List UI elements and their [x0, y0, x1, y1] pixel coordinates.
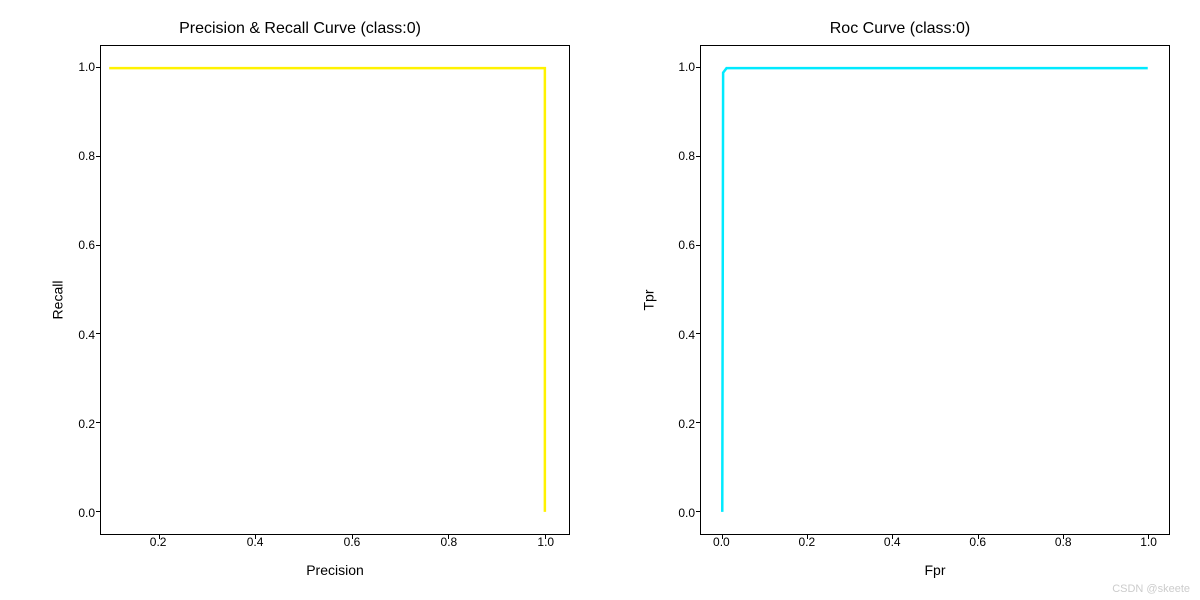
y-tick-mark — [696, 333, 701, 334]
x-tick-label: 0.8 — [1055, 535, 1072, 549]
x-tick-label: 0.2 — [150, 535, 167, 549]
y-tick-label: 1.0 — [660, 60, 695, 74]
x-tick-label: 0.8 — [441, 535, 458, 549]
y-tick-mark — [696, 511, 701, 512]
roc-curve-ylabel: Tpr — [641, 290, 657, 311]
x-tick-label: 0.4 — [884, 535, 901, 549]
y-tick-mark — [696, 422, 701, 423]
roc-curve-line — [722, 68, 1147, 512]
y-tick-label: 0.6 — [60, 238, 95, 252]
pr-curve-xlabel: Precision — [100, 562, 570, 578]
y-tick-label: 0.2 — [60, 417, 95, 431]
charts-container: Precision & Recall Curve (class:0) Recal… — [0, 0, 1200, 600]
y-tick-mark — [96, 67, 101, 68]
roc-curve-xticks: 0.0 0.2 0.4 0.6 0.8 1.0 — [700, 535, 1170, 555]
x-tick-label: 0.6 — [344, 535, 361, 549]
roc-curve-plot-area — [700, 45, 1170, 535]
pr-curve-line — [109, 68, 545, 512]
roc-curve-panel: Roc Curve (class:0) Tpr Fpr 0.0 0.2 0.4 0.6… — [600, 0, 1200, 600]
roc-curve-svg — [701, 46, 1169, 534]
y-tick-label: 0.0 — [660, 506, 695, 520]
roc-curve-xlabel: Fpr — [700, 562, 1170, 578]
x-tick-label: 0.2 — [798, 535, 815, 549]
watermark-text: CSDN @skeete — [1112, 583, 1190, 595]
y-tick-mark — [96, 422, 101, 423]
y-tick-label: 0.4 — [660, 328, 695, 342]
y-tick-label: 0.6 — [660, 238, 695, 252]
x-tick-label: 0.4 — [247, 535, 264, 549]
y-tick-label: 0.8 — [60, 149, 95, 163]
y-tick-mark — [696, 67, 701, 68]
y-tick-mark — [696, 245, 701, 246]
x-tick-label: 0.6 — [969, 535, 986, 549]
x-tick-label: 0.0 — [713, 535, 730, 549]
y-tick-mark — [96, 245, 101, 246]
y-tick-label: 0.4 — [60, 328, 95, 342]
pr-curve-svg — [101, 46, 569, 534]
pr-curve-title: Precision & Recall Curve (class:0) — [0, 20, 600, 38]
y-tick-label: 0.0 — [60, 506, 95, 520]
pr-curve-xticks: 0.2 0.4 0.6 0.8 1.0 — [100, 535, 570, 555]
y-tick-label: 1.0 — [60, 60, 95, 74]
y-tick-label: 0.2 — [660, 417, 695, 431]
pr-curve-plot-area — [100, 45, 570, 535]
y-tick-mark — [696, 156, 701, 157]
y-tick-mark — [96, 511, 101, 512]
roc-curve-yticks: 0.0 0.2 0.4 0.6 0.8 1.0 — [660, 45, 695, 535]
roc-curve-title: Roc Curve (class:0) — [600, 20, 1200, 38]
x-tick-label: 1.0 — [1140, 535, 1157, 549]
y-tick-mark — [96, 156, 101, 157]
y-tick-mark — [96, 333, 101, 334]
y-tick-label: 0.8 — [660, 149, 695, 163]
pr-curve-panel: Precision & Recall Curve (class:0) Recal… — [0, 0, 600, 600]
pr-curve-yticks: 0.0 0.2 0.4 0.6 0.8 1.0 — [60, 45, 95, 535]
x-tick-label: 1.0 — [537, 535, 554, 549]
